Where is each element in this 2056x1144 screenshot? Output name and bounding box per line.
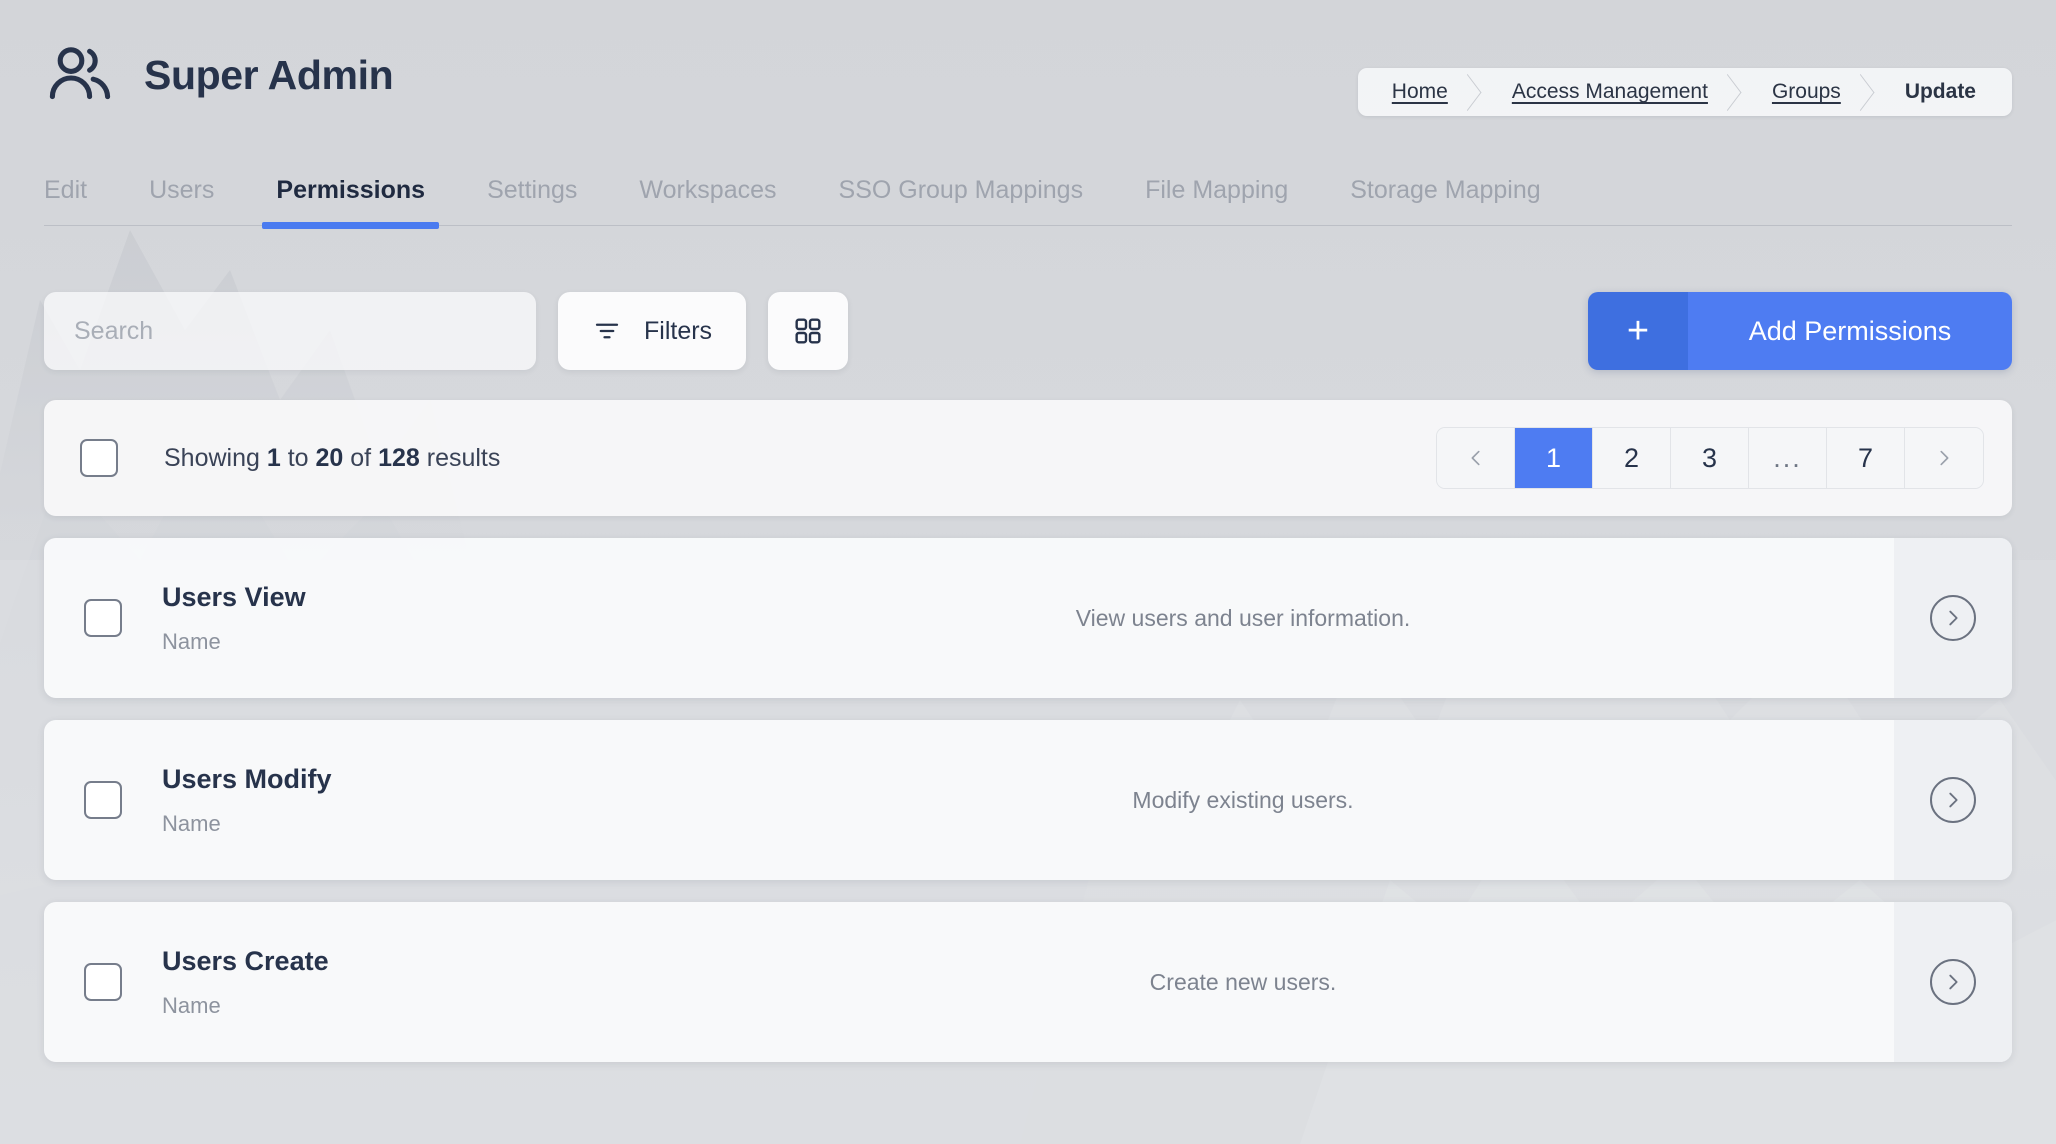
results-bar: Showing 1 to 20 of 128 results 1 2 3 ...… — [44, 400, 2012, 516]
row-description: Create new users. — [1149, 968, 1337, 995]
pagination-next-button[interactable] — [1905, 428, 1983, 488]
permissions-list: Users View Name View users and user info… — [44, 538, 2012, 1062]
chevron-left-icon — [1471, 450, 1480, 466]
row-checkbox-cell — [44, 720, 162, 880]
chevron-right-circle-icon — [1930, 595, 1976, 641]
results-to: 20 — [315, 443, 344, 472]
tab-sso-group-mappings[interactable]: SSO Group Mappings — [839, 176, 1084, 225]
pagination-page-2[interactable]: 2 — [1593, 428, 1671, 488]
results-total: 128 — [378, 443, 420, 472]
table-row[interactable]: Users Modify Name Modify existing users. — [44, 720, 2012, 880]
tab-bar: Edit Users Permissions Settings Workspac… — [44, 150, 2012, 229]
search-input[interactable] — [74, 316, 506, 346]
chevron-right-icon — [1940, 450, 1949, 466]
tab-file-mapping[interactable]: File Mapping — [1145, 176, 1288, 225]
results-from: 1 — [266, 443, 281, 472]
chevron-right-circle-icon — [1930, 959, 1976, 1005]
breadcrumb-item-groups[interactable]: Groups — [1738, 68, 1871, 116]
chevron-right-circle-icon — [1930, 777, 1976, 823]
row-main: Users Modify Name — [162, 720, 632, 880]
filters-button-label: Filters — [644, 316, 713, 345]
pagination: 1 2 3 ... 7 — [1436, 427, 1984, 489]
filter-icon — [592, 316, 622, 346]
grid-view-icon — [792, 315, 824, 347]
row-open-button[interactable] — [1894, 902, 2012, 1062]
pagination-page-3[interactable]: 3 — [1671, 428, 1749, 488]
tab-workspaces[interactable]: Workspaces — [639, 176, 776, 225]
pagination-ellipsis: ... — [1749, 428, 1827, 488]
breadcrumb-item-access-management[interactable]: Access Management — [1478, 68, 1738, 116]
tab-settings[interactable]: Settings — [487, 176, 577, 225]
results-suffix: results — [419, 443, 501, 472]
row-title: Users Modify — [162, 763, 332, 794]
breadcrumb-item-home[interactable]: Home — [1358, 68, 1478, 116]
brand: Super Admin — [44, 39, 394, 111]
row-checkbox[interactable] — [84, 963, 122, 1001]
table-row[interactable]: Users View Name View users and user info… — [44, 538, 2012, 698]
row-description-cell: View users and user information. — [632, 538, 1894, 698]
filters-button[interactable]: Filters — [558, 292, 747, 370]
row-main: Users View Name — [162, 538, 632, 698]
add-permissions-label: Add Permissions — [1688, 292, 2012, 370]
breadcrumb: Home Access Management Groups Update — [1357, 68, 2012, 116]
grid-view-button[interactable] — [768, 292, 849, 370]
row-title: Users View — [162, 581, 306, 612]
page-header: Super Admin Home Access Management Group… — [0, 0, 2056, 150]
row-checkbox[interactable] — [84, 781, 122, 819]
row-description: Modify existing users. — [1132, 786, 1354, 813]
results-mid1: to — [280, 443, 316, 472]
row-checkbox-cell — [44, 538, 162, 698]
row-open-button[interactable] — [1894, 538, 2012, 698]
row-description-cell: Modify existing users. — [632, 720, 1894, 880]
breadcrumb-item-update: Update — [1904, 80, 1976, 103]
tab-edit[interactable]: Edit — [44, 176, 87, 225]
tab-permissions[interactable]: Permissions — [262, 176, 439, 229]
pagination-page-1[interactable]: 1 — [1515, 428, 1593, 488]
results-mid2: of — [343, 443, 379, 472]
row-description-cell: Create new users. — [632, 902, 1894, 1062]
add-permissions-button[interactable]: + Add Permissions — [1588, 292, 2012, 370]
pagination-page-7[interactable]: 7 — [1827, 428, 1905, 488]
tabs-container: Edit Users Permissions Settings Workspac… — [0, 150, 2056, 229]
pagination-prev-button[interactable] — [1437, 428, 1515, 488]
permissions-page: Super Admin Home Access Management Group… — [0, 0, 2056, 1144]
row-sublabel: Name — [162, 628, 221, 654]
results-prefix: Showing — [164, 443, 267, 472]
plus-icon: + — [1588, 292, 1688, 370]
tab-users[interactable]: Users — [149, 176, 214, 225]
select-all-checkbox[interactable] — [80, 439, 118, 477]
row-sublabel: Name — [162, 810, 221, 836]
users-icon — [44, 39, 116, 111]
search-box[interactable] — [44, 292, 536, 370]
row-description: View users and user information. — [1075, 604, 1411, 631]
row-checkbox-cell — [44, 902, 162, 1062]
row-checkbox[interactable] — [84, 599, 122, 637]
table-row[interactable]: Users Create Name Create new users. — [44, 902, 2012, 1062]
page-title: Super Admin — [144, 51, 394, 98]
row-open-button[interactable] — [1894, 720, 2012, 880]
tab-storage-mapping[interactable]: Storage Mapping — [1350, 176, 1540, 225]
row-main: Users Create Name — [162, 902, 632, 1062]
row-title: Users Create — [162, 945, 329, 976]
results-count-text: Showing 1 to 20 of 128 results — [164, 444, 500, 473]
row-sublabel: Name — [162, 992, 221, 1018]
toolbar: Filters + Add Permissions — [44, 292, 2012, 370]
